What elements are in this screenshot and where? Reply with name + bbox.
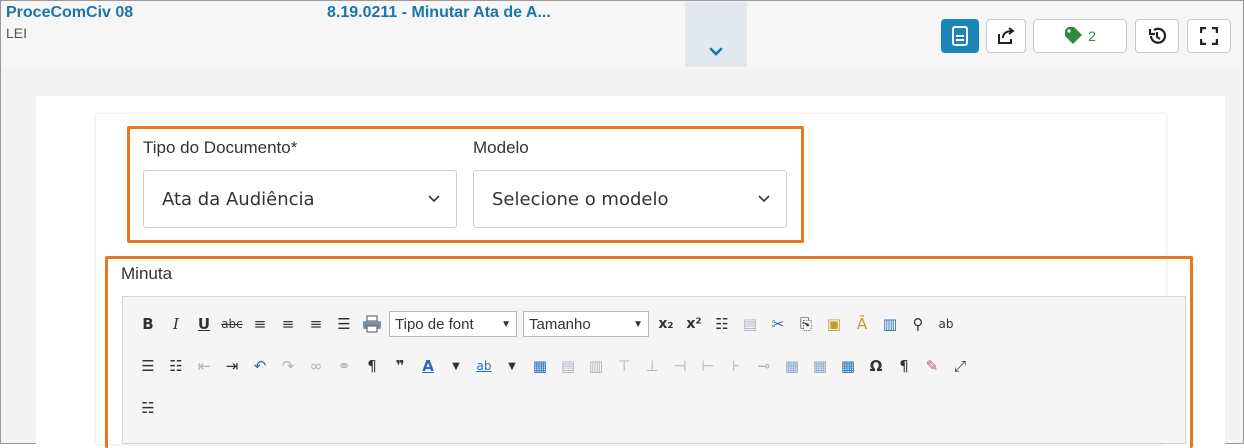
- modelo-value: Selecione o modelo: [492, 188, 669, 210]
- copy-icon[interactable]: ⎘: [795, 313, 817, 335]
- undo-icon[interactable]: ↶: [249, 355, 271, 377]
- chevron-down-icon: [428, 195, 440, 203]
- tag-icon: [1065, 27, 1083, 44]
- editor-toolbar: B I U abc ≡ ≡ ≡ ☰ Tipo de font ▼ Tamanho…: [122, 296, 1186, 444]
- tag-count: 2: [1088, 28, 1096, 44]
- caret-down-icon[interactable]: ▼: [501, 355, 523, 377]
- align-right-icon[interactable]: ≡: [305, 313, 327, 335]
- caret-down-icon: ▼: [633, 318, 643, 330]
- share-icon: [998, 27, 1015, 44]
- show-blocks-icon[interactable]: ¶: [893, 355, 915, 377]
- share-button[interactable]: [986, 19, 1026, 53]
- font-family-dropdown[interactable]: Tipo de font ▼: [389, 311, 517, 337]
- cut-icon[interactable]: ✂: [767, 313, 789, 335]
- document-icon: [952, 26, 968, 46]
- remove-format-icon[interactable]: ✎: [921, 355, 943, 377]
- text-direction-icon[interactable]: ¶: [361, 355, 383, 377]
- merge-cells-icon[interactable]: ▦: [781, 355, 803, 377]
- bold-icon[interactable]: B: [137, 313, 159, 335]
- find-icon[interactable]: ⚲: [907, 313, 929, 335]
- tags-button[interactable]: 2: [1033, 19, 1127, 53]
- toolbar-row-2: ☰ ☷ ⇤ ⇥ ↶ ↷ ∞ ⚭ ¶ ❞ A ▼ ab ▼ ▦ ▤ ▥ ⊤ ⊥ ⊣…: [137, 351, 971, 381]
- task-header: ProceComCiv 08 LEI 8.19.0211 - Minutar A…: [1, 1, 1242, 68]
- blockquote-icon[interactable]: ❞: [389, 355, 411, 377]
- paste-word-icon[interactable]: ▥: [879, 313, 901, 335]
- minuta-label: Minuta: [121, 264, 173, 283]
- subscript-icon[interactable]: x₂: [655, 313, 677, 335]
- fullscreen-button[interactable]: [1187, 19, 1231, 53]
- expand-header-button[interactable]: [685, 2, 747, 67]
- history-icon: [1148, 27, 1167, 44]
- chevron-down-icon: [758, 195, 770, 203]
- unlink-icon[interactable]: ⚭: [333, 355, 355, 377]
- chevron-down-icon: [709, 47, 723, 56]
- modelo-select[interactable]: Selecione o modelo: [473, 170, 787, 228]
- insert-row-after-icon[interactable]: ⊥: [641, 355, 663, 377]
- special-char-icon[interactable]: Ω: [865, 355, 887, 377]
- insert-col-after-icon[interactable]: ⊦: [725, 355, 747, 377]
- process-subtitle: LEI: [6, 25, 28, 41]
- table-props-icon[interactable]: ▦: [837, 355, 859, 377]
- paragraph-format-icon[interactable]: ☵: [137, 397, 159, 419]
- tipo-documento-label: Tipo do Documento*: [143, 138, 298, 157]
- tipo-documento-select[interactable]: Ata da Audiência: [143, 170, 457, 228]
- fullscreen-icon: [1200, 27, 1218, 45]
- link-icon[interactable]: ∞: [305, 355, 327, 377]
- caret-down-icon[interactable]: ▼: [445, 355, 467, 377]
- process-title[interactable]: ProceComCiv 08: [6, 4, 171, 22]
- modelo-label: Modelo: [473, 138, 529, 157]
- underline-icon[interactable]: U: [193, 313, 215, 335]
- italic-icon[interactable]: I: [165, 313, 187, 335]
- paste-icon[interactable]: ▣: [823, 313, 845, 335]
- bullet-list-icon[interactable]: ☰: [137, 355, 159, 377]
- superscript-icon[interactable]: x²: [683, 313, 705, 335]
- document-view-button[interactable]: [941, 19, 979, 53]
- insert-row-before-icon[interactable]: ⊤: [613, 355, 635, 377]
- font-family-value: Tipo de font: [395, 315, 474, 333]
- table-col-icon[interactable]: ▥: [585, 355, 607, 377]
- align-center-icon[interactable]: ≡: [277, 313, 299, 335]
- task-title[interactable]: 8.19.0211 - Minutar Ata de A...: [327, 4, 627, 22]
- toolbar-row-3: ☵: [137, 393, 159, 423]
- replace-icon[interactable]: ab: [935, 313, 957, 335]
- numbered-list-icon[interactable]: ☷: [165, 355, 187, 377]
- text-color-icon[interactable]: A: [417, 355, 439, 377]
- tipo-documento-value: Ata da Audiência: [162, 188, 315, 210]
- strikethrough-icon[interactable]: abc: [221, 313, 243, 335]
- select-all-icon[interactable]: ▤: [739, 313, 761, 335]
- print-icon[interactable]: [361, 313, 383, 335]
- align-left-icon[interactable]: ≡: [249, 313, 271, 335]
- toolbar-row-1: B I U abc ≡ ≡ ≡ ☰ Tipo de font ▼ Tamanho…: [137, 309, 957, 339]
- indent-icon[interactable]: ⇥: [221, 355, 243, 377]
- font-size-dropdown[interactable]: Tamanho ▼: [523, 311, 649, 337]
- caret-down-icon: ▼: [501, 318, 511, 330]
- highlight-color-icon[interactable]: ab: [473, 355, 495, 377]
- line-height-icon[interactable]: ☷: [711, 313, 733, 335]
- insert-col-before-icon[interactable]: ⊢: [697, 355, 719, 377]
- insert-table-icon[interactable]: ▦: [529, 355, 551, 377]
- table-row-icon[interactable]: ▤: [557, 355, 579, 377]
- delete-col-icon[interactable]: ⊸: [753, 355, 775, 377]
- delete-row-icon[interactable]: ⊣: [669, 355, 691, 377]
- split-cells-icon[interactable]: ▦: [809, 355, 831, 377]
- font-size-value: Tamanho: [529, 315, 591, 333]
- outdent-icon[interactable]: ⇤: [193, 355, 215, 377]
- maximize-icon[interactable]: ⤢: [949, 355, 971, 377]
- paste-text-icon[interactable]: Ā: [851, 313, 873, 335]
- align-justify-icon[interactable]: ☰: [333, 313, 355, 335]
- history-button[interactable]: [1135, 19, 1179, 53]
- redo-icon[interactable]: ↷: [277, 355, 299, 377]
